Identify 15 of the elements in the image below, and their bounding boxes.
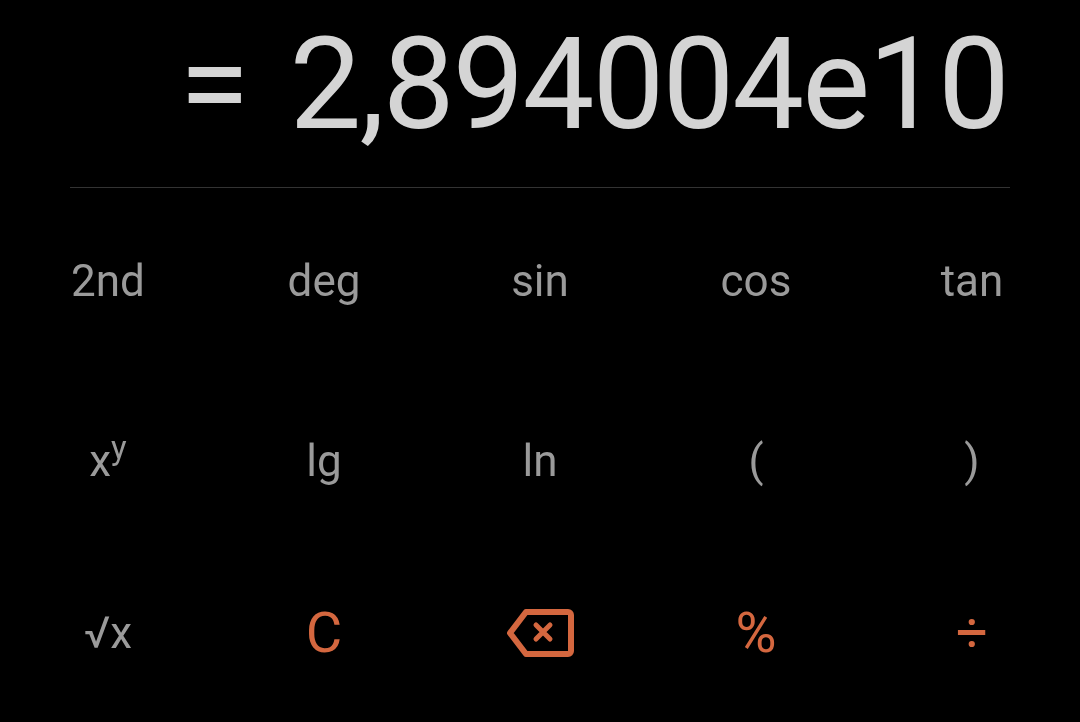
- operator-key[interactable]: C: [301, 605, 347, 661]
- function-key[interactable]: 2nd: [67, 258, 149, 303]
- function-key[interactable]: ln: [518, 438, 562, 483]
- backspace-icon: [506, 608, 574, 658]
- operator-key[interactable]: ÷: [952, 605, 992, 661]
- operator-key[interactable]: %: [731, 605, 781, 661]
- equals-sign: =: [179, 19, 250, 148]
- result-value: 2,894004e10: [289, 19, 1008, 148]
- function-key[interactable]: √x: [79, 611, 137, 655]
- function-key[interactable]: sin: [507, 258, 573, 303]
- function-key[interactable]: x$^{y}$: [85, 438, 131, 483]
- function-key[interactable]: tan: [936, 258, 1008, 303]
- function-key[interactable]: lg: [302, 438, 346, 483]
- function-key[interactable]: deg: [283, 258, 365, 303]
- function-key[interactable]: cos: [716, 258, 796, 303]
